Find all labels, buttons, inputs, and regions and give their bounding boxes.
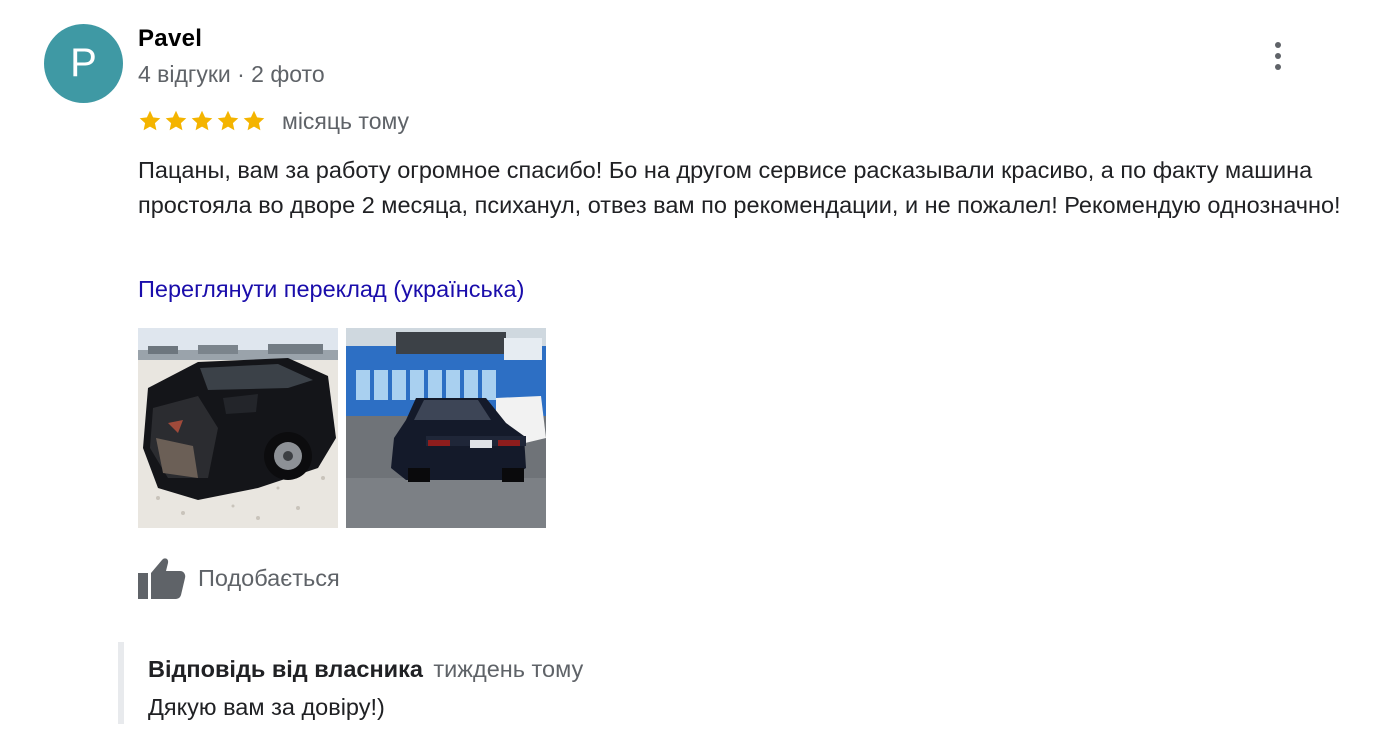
owner-reply: Відповідь від власника тиждень тому Дяку… — [118, 642, 724, 724]
star-icon — [139, 110, 161, 131]
review-card: P Pavel 4 відгуки · 2 фото місяць тому П… — [0, 0, 1376, 756]
avatar-initial: P — [70, 41, 97, 85]
review-photos — [138, 328, 546, 528]
review-text: Пацаны, вам за работу огромное спасибо! … — [138, 157, 1341, 218]
like-button[interactable]: Подобається — [138, 556, 340, 600]
rating-row: місяць тому — [138, 104, 409, 138]
star-icon — [191, 110, 213, 131]
review-photo-repaired-car[interactable] — [346, 328, 546, 528]
translate-link[interactable]: Переглянути переклад (українська) — [138, 276, 524, 303]
avatar[interactable]: P — [44, 24, 123, 103]
author-meta[interactable]: 4 відгуки · 2 фото — [138, 61, 325, 88]
thumb-up-icon — [138, 558, 186, 599]
owner-reply-date: тиждень тому — [433, 656, 584, 682]
author-name[interactable]: Pavel — [138, 25, 202, 53]
owner-reply-title: Відповідь від власника — [148, 656, 423, 682]
owner-reply-header: Відповідь від власника тиждень тому — [148, 656, 583, 683]
star-rating — [138, 109, 266, 133]
star-icon — [217, 110, 239, 131]
star-icon — [243, 110, 265, 131]
photo-damaged-car-image — [138, 328, 338, 528]
like-label: Подобається — [198, 564, 340, 591]
more-vertical-icon[interactable] — [1262, 38, 1294, 74]
owner-reply-text: Дякую вам за довіру!) — [148, 694, 385, 720]
star-icon — [165, 110, 187, 131]
photo-repaired-car-image — [346, 328, 546, 528]
review-photo-damaged-car[interactable] — [138, 328, 338, 528]
review-date: місяць тому — [282, 107, 410, 134]
